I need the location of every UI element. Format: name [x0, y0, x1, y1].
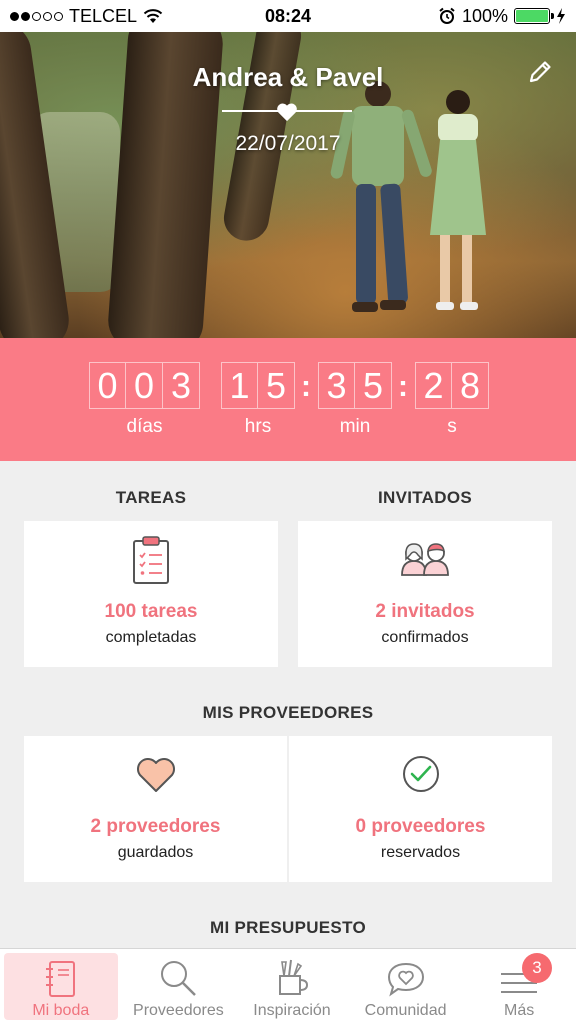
charging-icon: [557, 8, 565, 24]
countdown-days: 0 0 3: [89, 362, 200, 409]
budget-section-title: MI PRESUPUESTO: [210, 918, 366, 937]
guests-status: confirmados: [381, 629, 469, 646]
tab-label: Proveedores: [133, 1002, 224, 1019]
status-right: 100%: [438, 6, 566, 27]
hero-cover-photo[interactable]: Andrea & Pavel 22/07/2017: [0, 32, 576, 338]
countdown-separator: :: [398, 370, 408, 403]
countdown-digit: 1: [221, 362, 258, 409]
wedding-countdown: 0 0 3 1 5 : 3 5 : 2 8 días hrs min s: [0, 338, 576, 461]
tasks-status: completadas: [105, 629, 197, 646]
countdown-separator: :: [301, 370, 311, 403]
couple-photo: [330, 81, 486, 312]
countdown-digit: 5: [355, 362, 392, 409]
tasks-count: 100 tareas: [104, 601, 198, 622]
countdown-digit: 0: [126, 362, 163, 409]
countdown-digit: 8: [452, 362, 489, 409]
bottom-tab-bar: Mi boda Proveedores Inspiración Comunida…: [0, 948, 576, 1024]
wifi-icon: [143, 9, 163, 23]
heart-bubble-icon: [387, 962, 424, 997]
heart-icon: [136, 758, 175, 792]
notebook-icon: [45, 961, 75, 997]
saved-vendors-card[interactable]: 2 proveedores guardados: [24, 736, 287, 882]
couple-names: Andrea & Pavel: [192, 62, 384, 92]
check-circle-icon: [402, 756, 439, 792]
countdown-label-minutes: min: [339, 416, 371, 437]
battery-level: [516, 10, 548, 22]
status-left: TELCEL: [10, 6, 163, 27]
tab-comunidad[interactable]: Comunidad: [349, 949, 463, 1024]
battery-icon: [514, 8, 554, 24]
tasks-section-title: TAREAS: [115, 488, 187, 507]
alarm-icon: [439, 7, 455, 24]
countdown-digit: 5: [258, 362, 295, 409]
countdown-hours: 1 5: [221, 362, 295, 409]
notification-badge: 3: [521, 953, 552, 983]
status-bar: TELCEL 08:24 100%: [0, 0, 576, 32]
guests-card[interactable]: 2 invitados confirmados: [298, 521, 552, 667]
vendors-section-title: MIS PROVEEDORES: [202, 703, 374, 722]
guests-section-title: INVITADOS: [377, 488, 472, 507]
countdown-label-seconds: s: [447, 416, 457, 437]
tab-label: Mi boda: [32, 1002, 90, 1019]
countdown-digit: 0: [89, 362, 126, 409]
saved-vendors-status: guardados: [117, 844, 194, 861]
countdown-digit: 2: [415, 362, 452, 409]
guests-count: 2 invitados: [375, 601, 475, 622]
battery-percent: 100%: [461, 5, 508, 26]
tab-proveedores[interactable]: Proveedores: [122, 949, 236, 1024]
tab-inspiracion[interactable]: Inspiración: [235, 949, 349, 1024]
countdown-digit: 3: [318, 362, 355, 409]
tab-label: Más: [504, 1002, 535, 1019]
pencil-cup-icon: [278, 959, 308, 995]
tasks-card[interactable]: 100 tareas completadas: [24, 521, 278, 667]
guests-couple-icon: [401, 543, 449, 576]
booked-vendors-status: reservados: [380, 844, 461, 861]
tab-mas[interactable]: Más 3: [462, 949, 576, 1024]
booked-vendors-count: 0 proveedores: [355, 816, 486, 837]
saved-vendors-count: 2 proveedores: [90, 816, 221, 837]
countdown-seconds: 2 8: [415, 362, 489, 409]
tab-label: Inspiración: [253, 1002, 331, 1019]
tab-label: Comunidad: [364, 1002, 447, 1019]
tab-mi-boda[interactable]: Mi boda: [4, 953, 118, 1020]
wedding-date: 22/07/2017: [235, 132, 341, 155]
countdown-digit: 3: [163, 362, 200, 409]
countdown-label-hours: hrs: [244, 416, 272, 437]
carrier-name: TELCEL: [69, 5, 138, 26]
countdown-label-days: días: [126, 416, 163, 437]
signal-strength-icon: [10, 11, 63, 21]
clipboard-checklist-icon: [133, 536, 169, 584]
countdown-minutes: 3 5: [318, 362, 392, 409]
booked-vendors-card[interactable]: 0 proveedores reservados: [289, 736, 552, 882]
edit-pencil-icon[interactable]: [526, 58, 554, 86]
heart-icon: [277, 103, 297, 122]
search-icon: [161, 961, 197, 996]
